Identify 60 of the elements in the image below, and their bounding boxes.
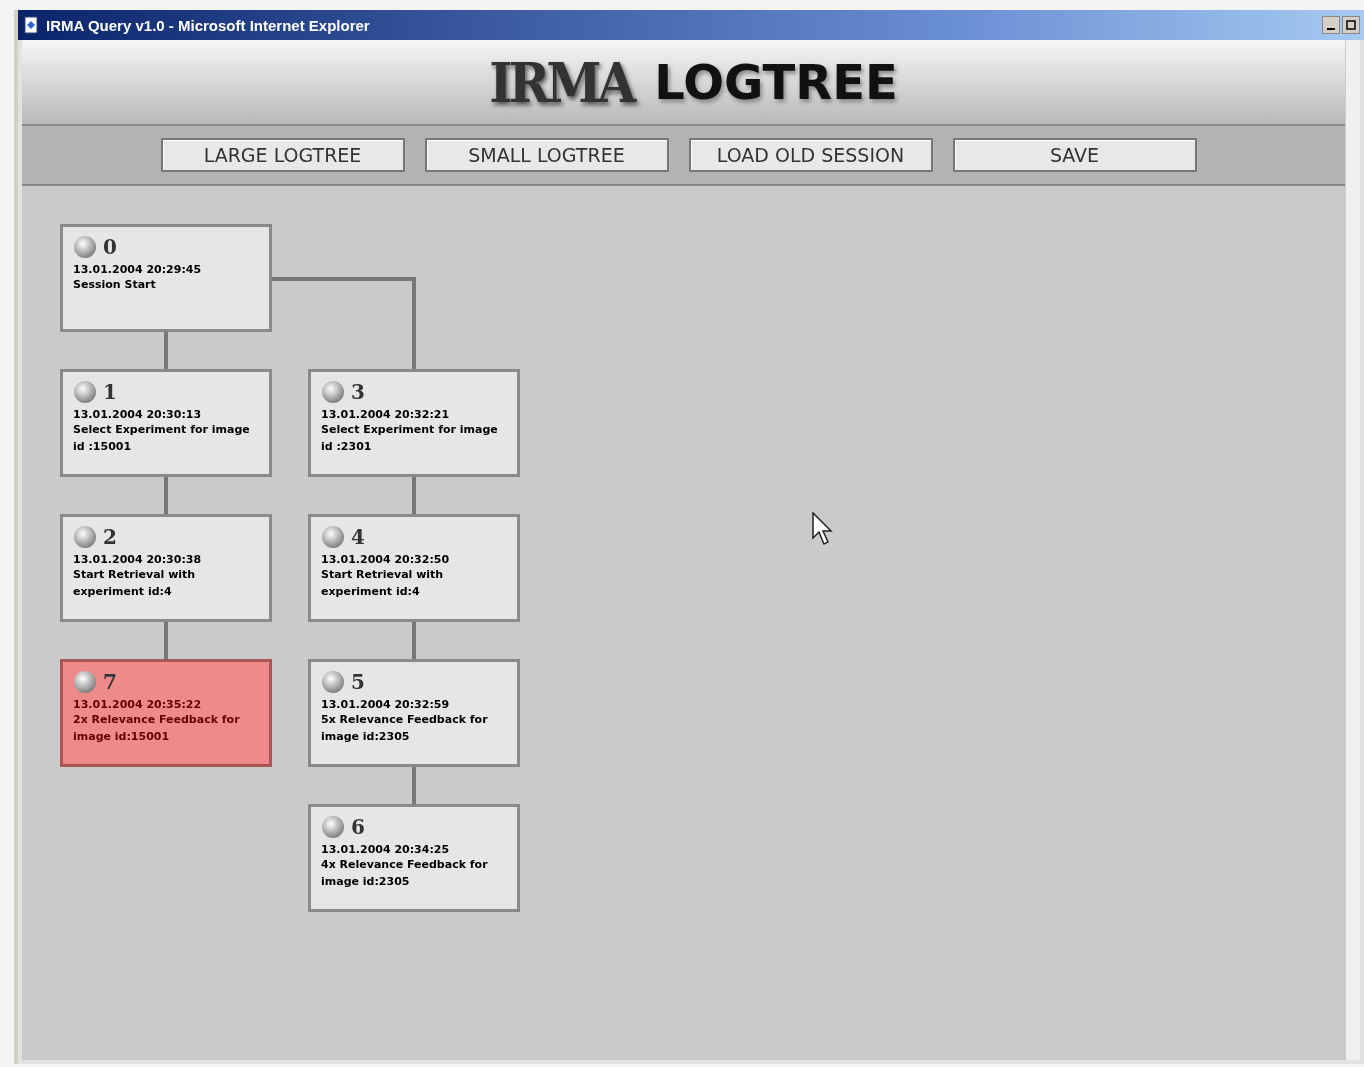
sphere-icon xyxy=(321,670,345,694)
node-timestamp: 13.01.2004 20:30:38 xyxy=(73,553,203,566)
node-timestamp: 13.01.2004 20:34:25 xyxy=(321,843,451,856)
node-action: 5x Relevance Feedback for image id:2305 xyxy=(321,712,489,745)
node-timestamp: 13.01.2004 20:32:50 xyxy=(321,553,451,566)
connector-line xyxy=(412,767,416,804)
maximize-icon xyxy=(1346,20,1356,30)
log-node[interactable]: 0 13.01.2004 20:29:45 Session Start xyxy=(60,224,272,332)
log-node[interactable]: 2 13.01.2004 20:30:38 Start Retrieval with experiment id:4 xyxy=(60,514,272,622)
maximize-button[interactable] xyxy=(1342,16,1360,34)
scrollbar[interactable] xyxy=(1345,40,1360,1060)
app-title: LOGTREE xyxy=(654,54,898,110)
node-timestamp: 13.01.2004 20:32:21 xyxy=(321,408,451,421)
sphere-icon xyxy=(321,525,345,549)
node-number: 1 xyxy=(103,380,117,404)
sphere-icon xyxy=(73,670,97,694)
node-action: Session Start xyxy=(73,277,157,293)
node-action: Start Retrieval with experiment id:4 xyxy=(73,567,197,600)
sphere-icon xyxy=(73,380,97,404)
node-number: 7 xyxy=(103,670,117,694)
pointer-icon xyxy=(812,512,834,546)
node-number: 5 xyxy=(351,670,365,694)
log-node[interactable]: 1 13.01.2004 20:30:13 Select Experiment for image id :15001 xyxy=(60,369,272,477)
node-number: 3 xyxy=(351,380,365,404)
window-title: IRMA Query v1.0 - Microsoft Internet Explorer xyxy=(46,16,371,34)
node-timestamp: 13.01.2004 20:32:59 xyxy=(321,698,451,711)
node-number: 4 xyxy=(351,525,365,549)
node-number: 0 xyxy=(103,235,117,259)
connector-line xyxy=(164,477,168,514)
node-timestamp: 13.01.2004 20:30:13 xyxy=(73,408,203,421)
node-number: 2 xyxy=(103,525,117,549)
logo: IRMA xyxy=(489,49,633,115)
node-action: Select Experiment for image id :2301 xyxy=(321,422,499,455)
sphere-icon xyxy=(321,815,345,839)
log-node[interactable]: 4 13.01.2004 20:32:50 Start Retrieval with experiment id:4 xyxy=(308,514,520,622)
toolbar-button[interactable]: LOAD OLD SESSION xyxy=(688,138,933,172)
sphere-icon xyxy=(321,380,345,404)
toolbar-button[interactable]: SMALL LOGTREE xyxy=(424,138,669,172)
sphere-icon xyxy=(73,525,97,549)
log-node[interactable]: 3 13.01.2004 20:32:21 Select Experiment for image id :2301 xyxy=(308,369,520,477)
log-node[interactable]: 6 13.01.2004 20:34:25 4x Relevance Feedback for image id:2305 xyxy=(308,804,520,912)
log-node[interactable]: 7 13.01.2004 20:35:22 2x Relevance Feedback for image id:15001 xyxy=(60,659,272,767)
log-node[interactable]: 5 13.01.2004 20:32:59 5x Relevance Feedback for image id:2305 xyxy=(308,659,520,767)
page-icon xyxy=(22,16,40,34)
connector-line xyxy=(412,622,416,659)
minimize-icon xyxy=(1327,28,1335,30)
minimize-button[interactable] xyxy=(1322,16,1340,34)
connector-line xyxy=(164,622,168,659)
node-timestamp: 13.01.2004 20:29:45 xyxy=(73,263,203,276)
toolbar-button[interactable]: SAVE xyxy=(952,138,1197,172)
sphere-icon xyxy=(73,235,97,259)
node-action: Select Experiment for image id :15001 xyxy=(73,422,251,455)
node-action: Start Retrieval with experiment id:4 xyxy=(321,567,445,600)
node-action: 4x Relevance Feedback for image id:2305 xyxy=(321,857,489,890)
connector-line xyxy=(412,477,416,514)
node-action: 2x Relevance Feedback for image id:15001 xyxy=(73,712,241,745)
toolbar-button[interactable]: LARGE LOGTREE xyxy=(160,138,405,172)
node-timestamp: 13.01.2004 20:35:22 xyxy=(73,698,203,711)
node-number: 6 xyxy=(351,815,365,839)
connector-line xyxy=(164,332,168,369)
